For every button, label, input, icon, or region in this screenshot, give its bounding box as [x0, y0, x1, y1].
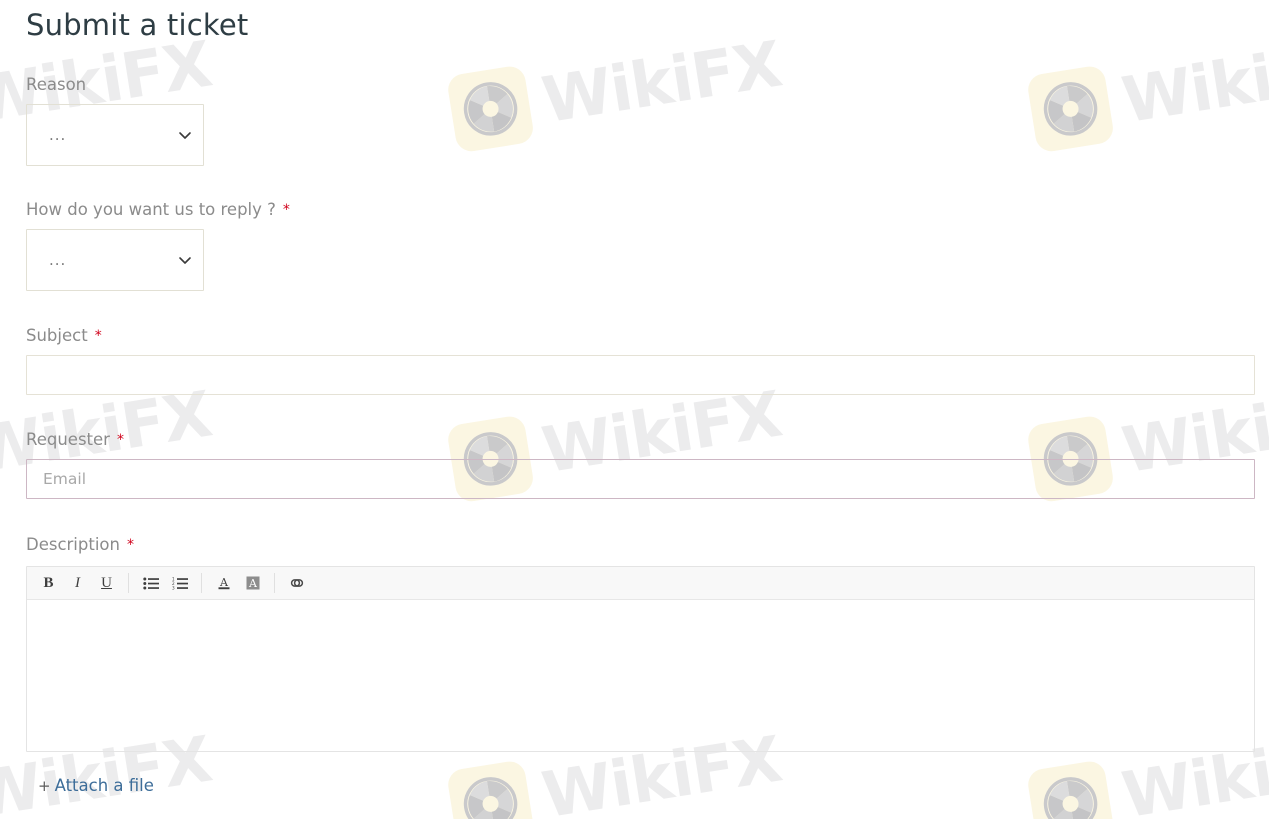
plus-icon: +: [38, 777, 51, 795]
label-requester-text: Requester: [26, 430, 110, 449]
required-marker: *: [116, 432, 124, 448]
label-reason-text: Reason: [26, 75, 87, 94]
underline-icon[interactable]: U: [92, 570, 121, 597]
svg-text:A: A: [248, 577, 258, 590]
input-requester-email[interactable]: Email: [26, 459, 1255, 499]
bullet-list-icon[interactable]: [136, 570, 165, 597]
description-textarea[interactable]: [27, 600, 1254, 750]
input-subject[interactable]: [26, 355, 1255, 395]
toolbar-separator: [128, 573, 129, 593]
label-reason: Reason: [26, 75, 86, 94]
required-marker: *: [94, 328, 102, 344]
page-title: Submit a ticket: [26, 8, 249, 42]
wikifx-aperture-logo-icon: [1025, 64, 1116, 154]
select-reason[interactable]: ...: [26, 104, 204, 166]
text-color-icon[interactable]: A: [209, 570, 238, 597]
editor-toolbar: B I U 1 2 3 A A: [27, 567, 1254, 600]
required-marker: *: [126, 537, 134, 553]
label-reply-method: How do you want us to reply ? *: [26, 200, 290, 219]
label-description-text: Description: [26, 535, 120, 554]
watermark-unit: WikiFX: [445, 24, 786, 154]
toolbar-separator: [201, 573, 202, 593]
attach-file-link[interactable]: + Attach a file: [38, 776, 154, 795]
label-subject: Subject *: [26, 326, 102, 345]
label-subject-text: Subject: [26, 326, 88, 345]
wikifx-aperture-logo-icon: [445, 64, 536, 154]
label-description: Description *: [26, 535, 134, 554]
chevron-down-icon: [179, 257, 191, 264]
highlight-color-icon[interactable]: A: [238, 570, 267, 597]
select-reason-value: ...: [49, 126, 67, 144]
chevron-down-icon: [179, 132, 191, 139]
wikifx-aperture-logo-icon: [1025, 759, 1116, 819]
italic-icon[interactable]: I: [63, 570, 92, 597]
description-editor[interactable]: B I U 1 2 3 A A: [26, 566, 1255, 752]
required-marker: *: [282, 202, 290, 218]
label-requester: Requester *: [26, 430, 124, 449]
svg-text:3: 3: [172, 585, 175, 589]
label-reply-method-text: How do you want us to reply ?: [26, 200, 276, 219]
toolbar-separator: [274, 573, 275, 593]
select-reply-method-value: ...: [49, 251, 67, 269]
watermark-text: WikiFX: [1117, 26, 1269, 137]
wikifx-aperture-logo-icon: [445, 759, 536, 819]
watermark-text: WikiFX: [537, 26, 786, 137]
link-icon[interactable]: [282, 570, 311, 597]
watermark-unit: WikiFX: [1025, 24, 1269, 154]
attach-file-label: Attach a file: [54, 776, 154, 795]
numbered-list-icon[interactable]: 1 2 3: [165, 570, 194, 597]
input-requester-placeholder: Email: [43, 470, 87, 488]
bold-icon[interactable]: B: [34, 570, 63, 597]
select-reply-method[interactable]: ...: [26, 229, 204, 291]
svg-text:A: A: [219, 576, 229, 589]
